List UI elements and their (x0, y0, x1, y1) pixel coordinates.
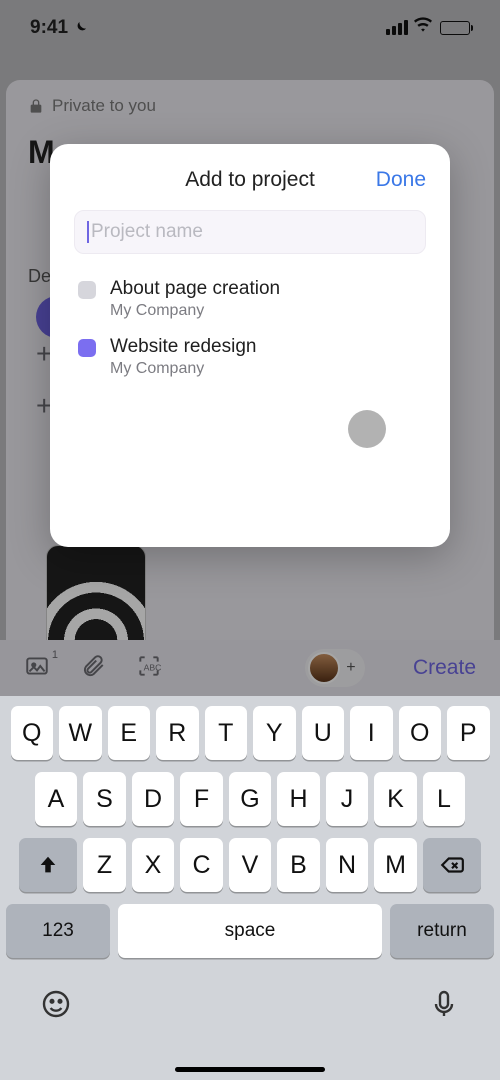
key-i[interactable]: I (350, 706, 393, 760)
key-w[interactable]: W (59, 706, 102, 760)
space-key[interactable]: space (118, 904, 382, 958)
key-c[interactable]: C (180, 838, 223, 892)
key-x[interactable]: X (132, 838, 175, 892)
done-button[interactable]: Done (376, 168, 426, 192)
key-g[interactable]: G (229, 772, 272, 826)
project-search-field[interactable] (74, 210, 426, 254)
project-org: My Company (110, 302, 280, 320)
shift-key[interactable] (19, 838, 77, 892)
home-indicator[interactable] (175, 1067, 325, 1072)
project-org: My Company (110, 360, 256, 378)
search-input[interactable] (91, 221, 413, 243)
key-o[interactable]: O (399, 706, 442, 760)
key-f[interactable]: F (180, 772, 223, 826)
key-r[interactable]: R (156, 706, 199, 760)
key-a[interactable]: A (35, 772, 78, 826)
key-n[interactable]: N (326, 838, 369, 892)
keyboard-row: Z X C V B N M (6, 838, 494, 892)
key-j[interactable]: J (326, 772, 369, 826)
numbers-key[interactable]: 123 (6, 904, 110, 958)
key-p[interactable]: P (447, 706, 490, 760)
project-name: About page creation (110, 278, 280, 300)
project-option[interactable]: About page creation My Company (74, 270, 426, 328)
keyboard-row: A S D F G H J K L (6, 772, 494, 826)
key-s[interactable]: S (83, 772, 126, 826)
key-m[interactable]: M (374, 838, 417, 892)
backspace-key[interactable] (423, 838, 481, 892)
emoji-key[interactable] (40, 988, 72, 1025)
key-q[interactable]: Q (11, 706, 54, 760)
key-d[interactable]: D (132, 772, 175, 826)
add-to-project-modal: Add to project Done About page creation … (50, 144, 450, 547)
modal-title: Add to project (185, 168, 315, 192)
key-y[interactable]: Y (253, 706, 296, 760)
project-name: Website redesign (110, 336, 256, 358)
project-swatch-icon (78, 339, 96, 357)
project-swatch-icon (78, 281, 96, 299)
touch-indicator (348, 410, 386, 448)
key-k[interactable]: K (374, 772, 417, 826)
key-h[interactable]: H (277, 772, 320, 826)
text-cursor (87, 221, 89, 243)
key-v[interactable]: V (229, 838, 272, 892)
key-t[interactable]: T (205, 706, 248, 760)
keyboard-row: 123 space return (6, 904, 494, 958)
key-e[interactable]: E (108, 706, 151, 760)
keyboard-row: Q W E R T Y U I O P (6, 706, 494, 760)
key-u[interactable]: U (302, 706, 345, 760)
project-option[interactable]: Website redesign My Company (74, 328, 426, 386)
key-z[interactable]: Z (83, 838, 126, 892)
key-b[interactable]: B (277, 838, 320, 892)
mic-key[interactable] (428, 988, 460, 1025)
on-screen-keyboard: Q W E R T Y U I O P A S D F G H J K L Z … (0, 696, 500, 1080)
key-l[interactable]: L (423, 772, 466, 826)
return-key[interactable]: return (390, 904, 494, 958)
